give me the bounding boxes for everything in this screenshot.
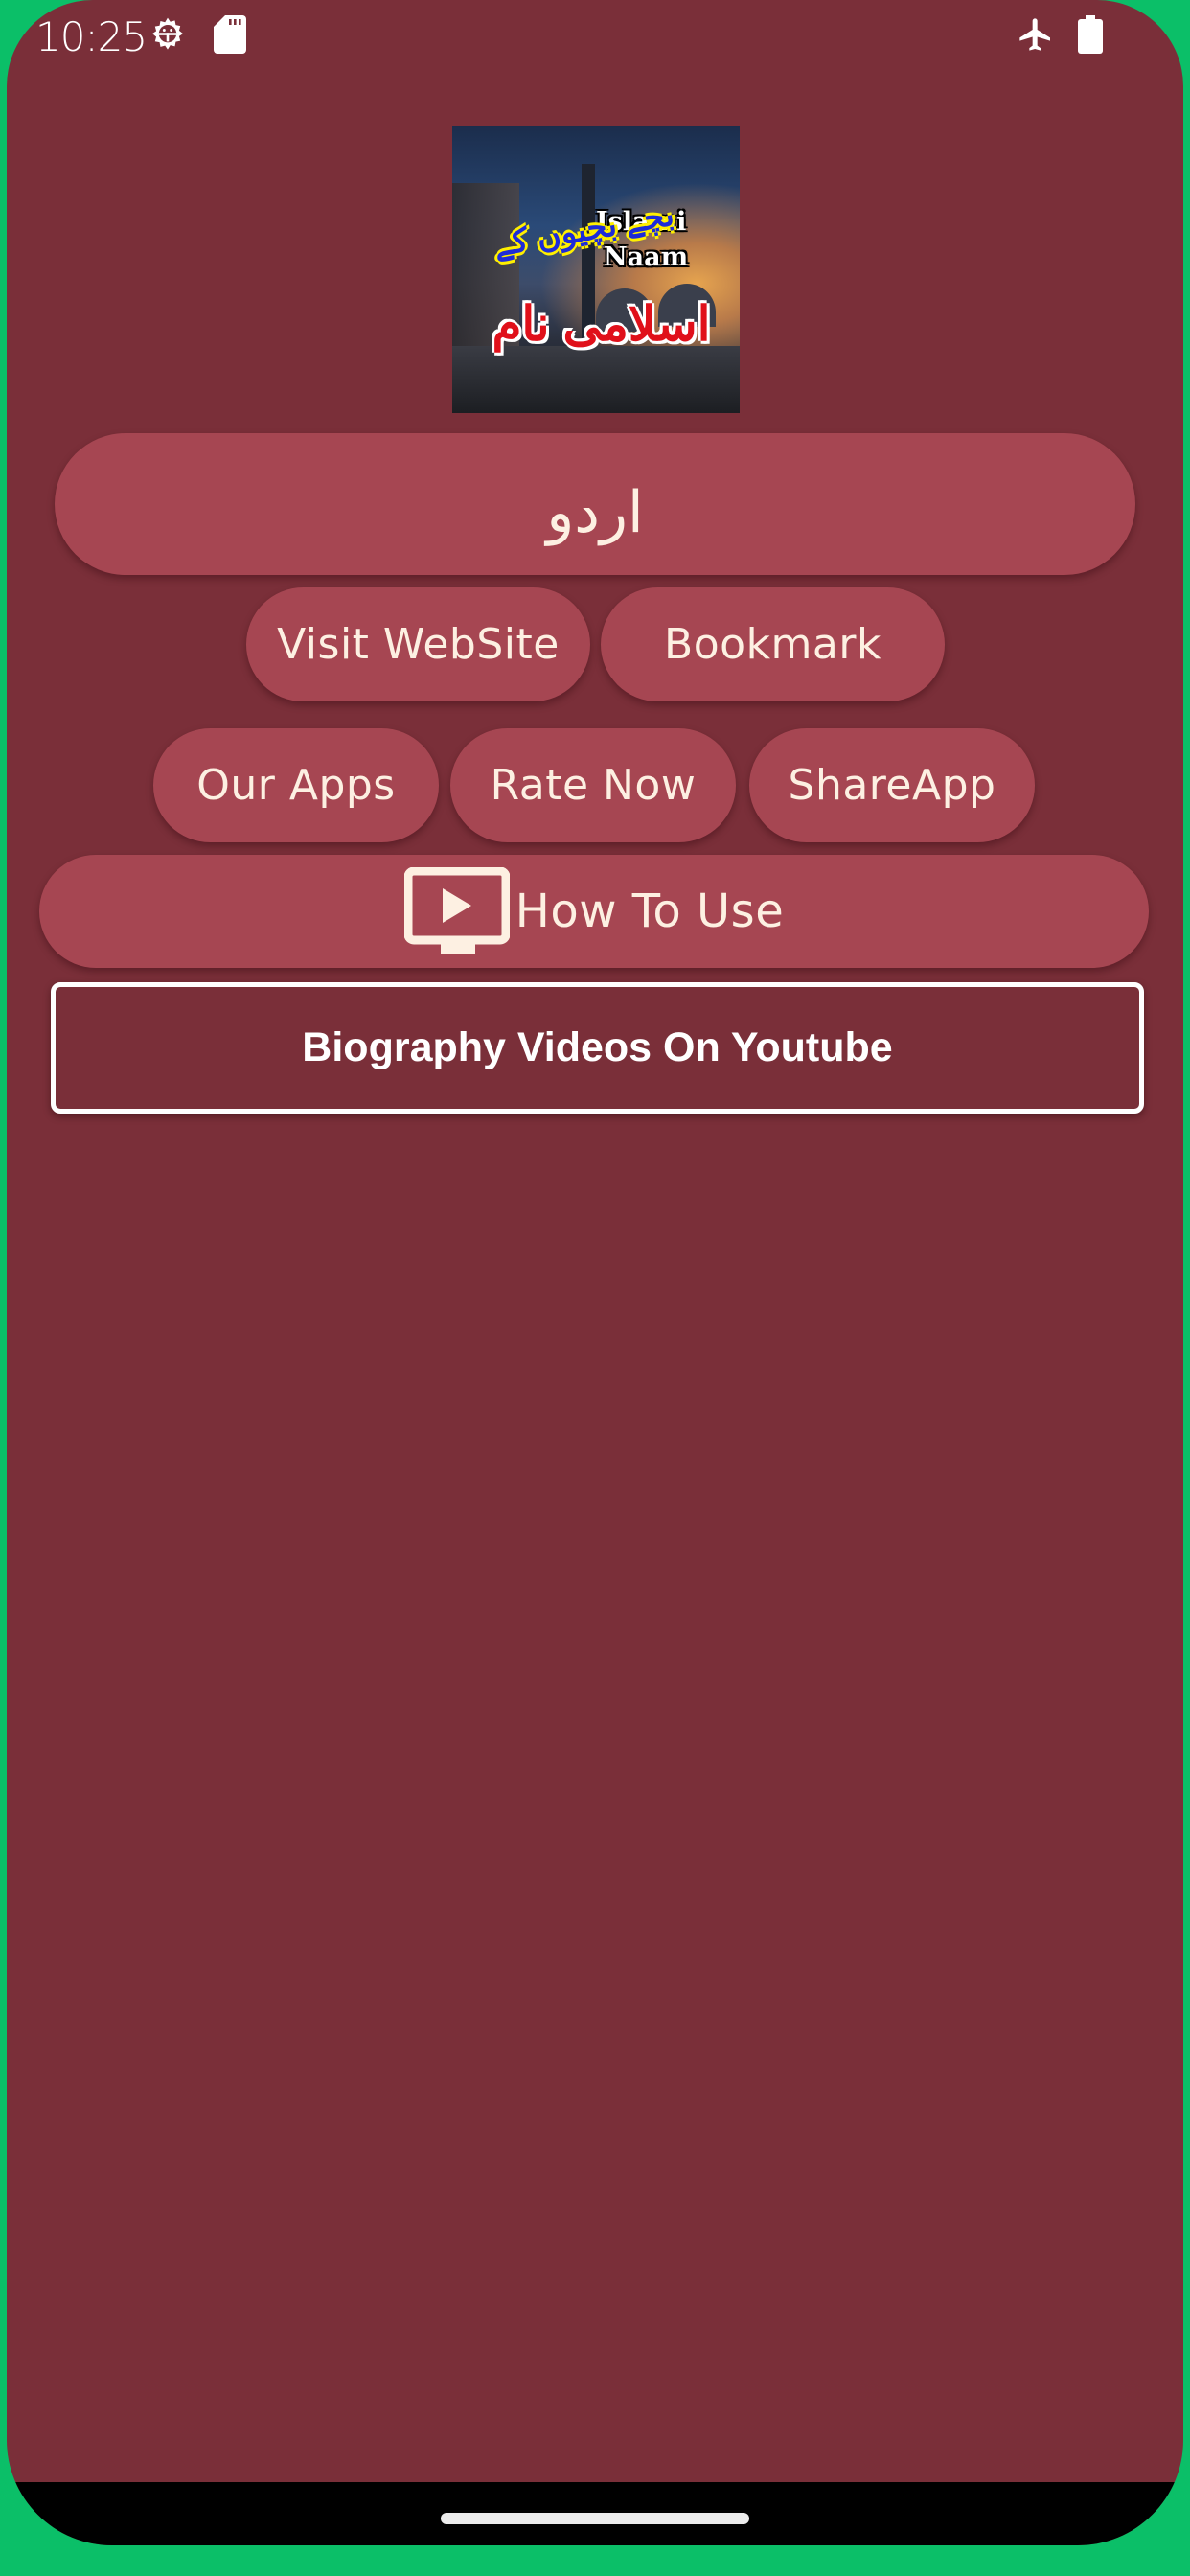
tv-play-icon (403, 867, 510, 955)
share-app-button[interactable]: ShareApp (749, 728, 1035, 842)
rate-now-label: Rate Now (490, 761, 697, 810)
biography-videos-label: Biography Videos On Youtube (302, 1024, 893, 1070)
our-apps-button[interactable]: Our Apps (153, 728, 439, 842)
status-bar: 10:25 (7, 0, 1183, 77)
sd-card-icon (214, 15, 246, 58)
home-gesture-handle[interactable] (441, 2513, 749, 2524)
navigation-bar (7, 2482, 1183, 2545)
airplane-mode-icon (1017, 15, 1055, 58)
gear-icon (147, 14, 189, 61)
bookmark-label: Bookmark (664, 620, 881, 669)
app-logo: Islami Naam بچے بچیوں کے اسلامی نام (452, 126, 740, 413)
status-time: 10:25 (35, 13, 148, 60)
logo-title-naam: Naam (604, 242, 689, 272)
urdu-button-label: اردو (546, 479, 644, 546)
how-to-use-button[interactable]: How To Use (39, 855, 1149, 968)
logo-title-urdu: اسلامی نام (492, 297, 711, 351)
urdu-button[interactable]: اردو (55, 433, 1135, 575)
biography-videos-button[interactable]: Biography Videos On Youtube (51, 982, 1144, 1114)
rate-now-button[interactable]: Rate Now (450, 728, 736, 842)
app-screen: 10:25 Islami Naam بچے بچیوں کے اسلامی نا… (7, 0, 1183, 2545)
our-apps-label: Our Apps (196, 761, 396, 810)
visit-website-button[interactable]: Visit WebSite (246, 587, 590, 702)
share-app-label: ShareApp (788, 761, 996, 810)
how-to-use-label: How To Use (515, 885, 785, 938)
battery-icon (1078, 15, 1103, 58)
visit-website-label: Visit WebSite (277, 620, 560, 669)
bookmark-button[interactable]: Bookmark (601, 587, 945, 702)
